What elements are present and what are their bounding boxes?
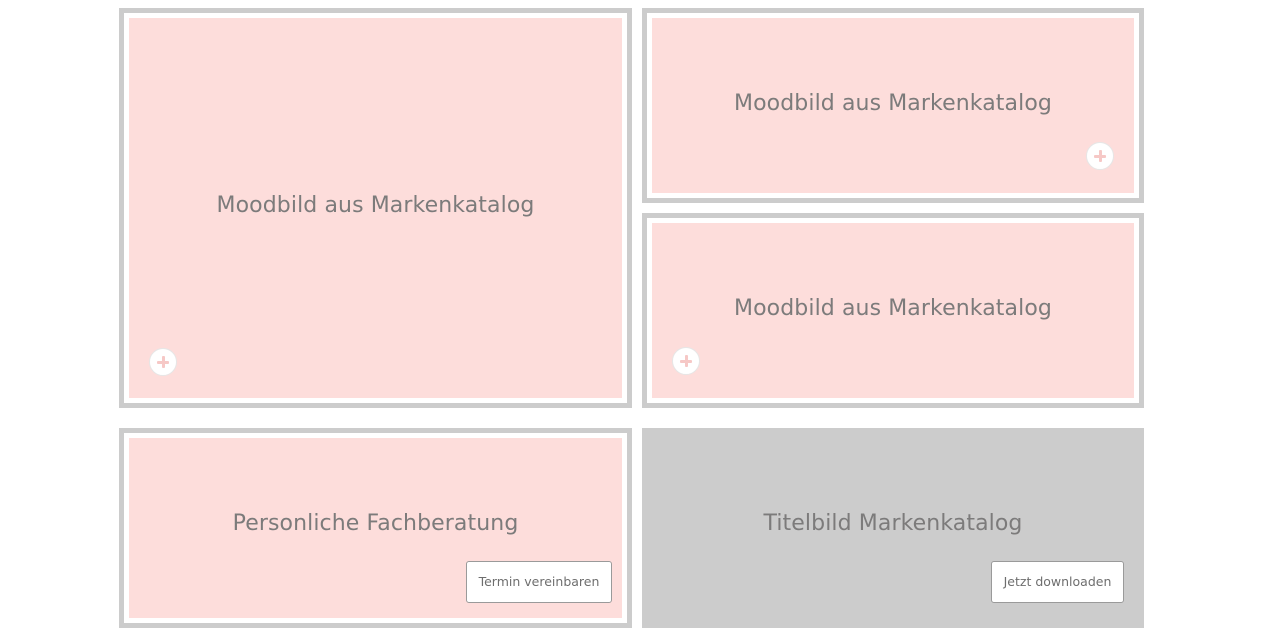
consultation-tile: Personliche Fachberatung Termin vereinba…: [119, 428, 632, 628]
moodbild-caption-mid-right: Moodbild aus Markenkatalog: [734, 296, 1052, 321]
catalog-tile: Titelbild Markenkatalog Jetzt downloaden: [642, 428, 1144, 628]
moodbild-tile-top-right: Moodbild aus Markenkatalog: [642, 8, 1144, 203]
download-catalog-button[interactable]: Jetzt downloaden: [991, 561, 1124, 603]
plus-icon[interactable]: [672, 347, 700, 375]
plus-icon[interactable]: [1086, 142, 1114, 170]
book-appointment-button[interactable]: Termin vereinbaren: [466, 561, 612, 603]
moodbild-tile-mid-right: Moodbild aus Markenkatalog: [642, 213, 1144, 408]
plus-icon[interactable]: [149, 348, 177, 376]
moodbild-caption-top-right: Moodbild aus Markenkatalog: [734, 91, 1052, 116]
moodbild-image-top-right: Moodbild aus Markenkatalog: [652, 18, 1134, 193]
consultation-caption: Personliche Fachberatung: [232, 511, 519, 536]
moodbild-caption-large: Moodbild aus Markenkatalog: [216, 193, 535, 218]
consultation-image: Personliche Fachberatung Termin vereinba…: [129, 438, 622, 618]
moodbild-image-mid-right: Moodbild aus Markenkatalog: [652, 223, 1134, 398]
catalog-cover-image: Titelbild Markenkatalog Jetzt downloaden: [642, 428, 1144, 628]
moodbild-image-large: Moodbild aus Markenkatalog: [129, 18, 622, 398]
catalog-caption: Titelbild Markenkatalog: [763, 511, 1023, 536]
moodbild-tile-large: Moodbild aus Markenkatalog: [119, 8, 632, 408]
